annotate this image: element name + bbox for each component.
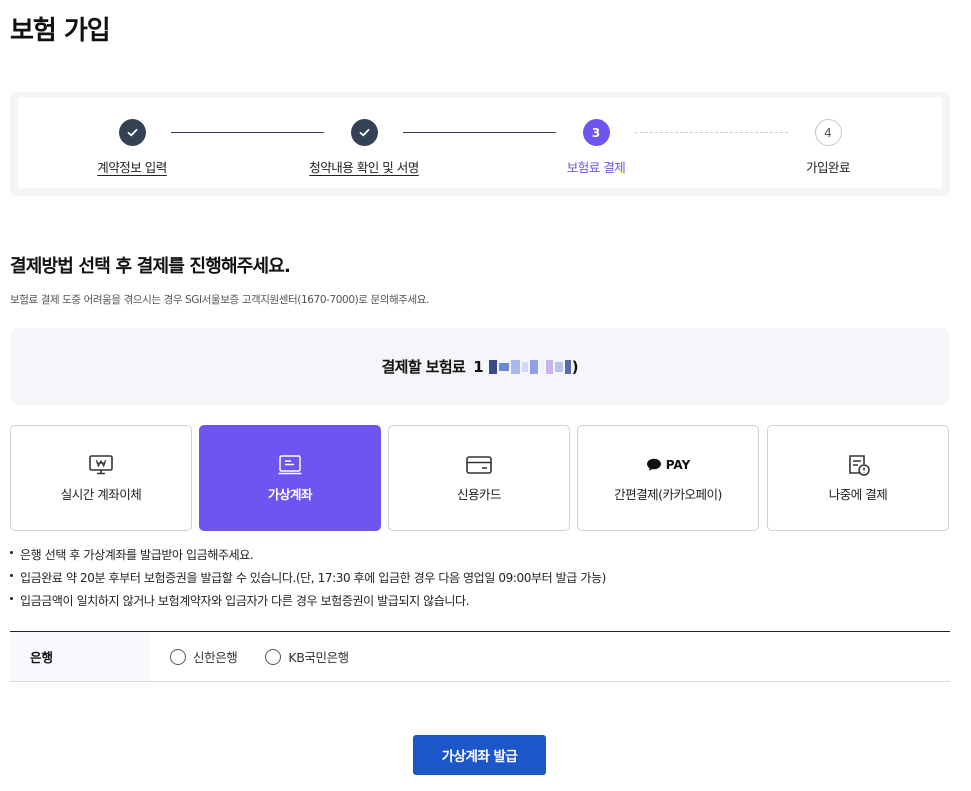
- kakaopay-icon: PAY: [646, 454, 691, 476]
- step-3: 3 보험료 결제: [496, 119, 696, 176]
- method-label: 나중에 결제: [828, 486, 888, 502]
- redacted-amount: [488, 359, 572, 374]
- radio-button[interactable]: [265, 648, 282, 665]
- note-item: 입금금액이 일치하지 않거나 보험계약자와 입금자가 다른 경우 보험증권이 발…: [10, 592, 606, 615]
- step-label-1: 계약정보 입력: [97, 160, 167, 175]
- method-kakaopay[interactable]: PAY 간편결제(카카오페이): [577, 425, 759, 531]
- note-item: 은행 선택 후 가상계좌를 발급받아 입금해주세요.: [10, 546, 606, 569]
- notes-list: 은행 선택 후 가상계좌를 발급받아 입금해주세요. 입금완료 약 20분 후부…: [10, 546, 606, 615]
- method-label: 신용카드: [456, 486, 502, 502]
- radio-button[interactable]: [170, 648, 186, 665]
- amount-box: 결제할 보험료 1 ): [10, 328, 950, 405]
- page-title: 보험 가입: [10, 16, 111, 46]
- bank-label: 은행: [10, 632, 150, 681]
- amount-prefix: 1: [473, 357, 484, 376]
- step-number-3: 3: [582, 119, 610, 146]
- bank-options: 신한은행 KB국민은행: [150, 632, 377, 681]
- check-icon: [350, 119, 378, 146]
- radio-label: 신한은행: [193, 650, 238, 665]
- amount-value: 1 ): [473, 358, 578, 376]
- pay-text: PAY: [665, 457, 691, 472]
- payment-heading: 결제방법 선택 후 결제를 진행해주세요.: [10, 256, 291, 277]
- method-realtime-transfer[interactable]: 실시간 계좌이체: [10, 425, 192, 531]
- document-clock-icon: [845, 454, 871, 476]
- step-label-2: 청약내용 확인 및 서명: [309, 160, 419, 175]
- monitor-won-icon: [88, 454, 114, 476]
- bank-option-shinhan[interactable]: 신한은행: [170, 647, 238, 666]
- method-label: 실시간 계좌이체: [60, 486, 142, 502]
- step-2[interactable]: 청약내용 확인 및 서명: [264, 119, 464, 176]
- step-label-3: 보험료 결제: [566, 160, 626, 175]
- virtual-account-icon: [277, 454, 303, 476]
- stepper: 계약정보 입력 청약내용 확인 및 서명 3 보험료 결제 4 가입완료: [10, 92, 950, 196]
- credit-card-icon: [465, 454, 493, 476]
- note-item: 입금완료 약 20분 후부터 보험증권을 발급할 수 있습니다.(단, 17:3…: [10, 569, 606, 592]
- amount-suffix: ): [571, 357, 579, 376]
- check-icon: [118, 119, 146, 146]
- method-label: 간편결제(카카오페이): [614, 486, 722, 502]
- method-pay-later[interactable]: 나중에 결제: [767, 425, 949, 531]
- step-4: 4 가입완료: [728, 119, 928, 176]
- step-label-4: 가입완료: [805, 160, 851, 175]
- step-1[interactable]: 계약정보 입력: [32, 119, 232, 176]
- bank-option-kb[interactable]: KB국민은행: [265, 647, 349, 666]
- method-credit-card[interactable]: 신용카드: [388, 425, 570, 531]
- stepper-inner: 계약정보 입력 청약내용 확인 및 서명 3 보험료 결제 4 가입완료: [18, 98, 942, 188]
- radio-label: KB국민은행: [288, 650, 349, 665]
- amount-label: 결제할 보험료: [381, 358, 466, 376]
- method-virtual-account[interactable]: 가상계좌: [199, 425, 381, 531]
- support-note: 보험료 결제 도중 어려움을 겪으시는 경우 SGI서울보증 고객지원센터(16…: [10, 294, 430, 306]
- issue-virtual-account-button[interactable]: 가상계좌 발급: [413, 735, 546, 775]
- step-number-4: 4: [814, 119, 842, 146]
- payment-methods: 실시간 계좌이체 가상계좌 신용카드 PAY 간편결제(카카오페이) 나중에 결…: [10, 425, 950, 531]
- bank-row: 은행 신한은행 KB국민은행: [10, 631, 950, 682]
- method-label: 가상계좌: [267, 486, 313, 502]
